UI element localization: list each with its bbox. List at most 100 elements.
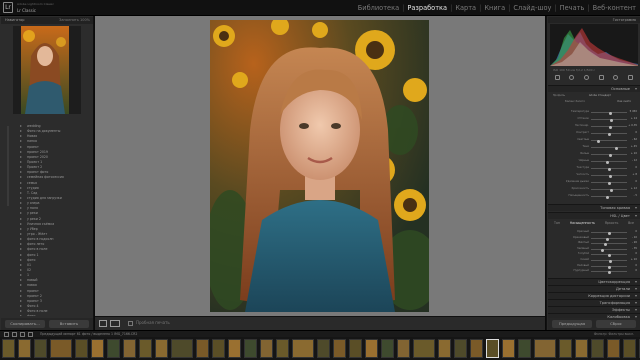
hsl-tab[interactable]: Тон: [554, 220, 560, 227]
filmstrip-thumbnail[interactable]: [244, 339, 257, 358]
disclosure-triangle-icon[interactable]: [20, 186, 22, 189]
adjustment-brush-icon[interactable]: [628, 74, 634, 80]
slider-track[interactable]: [591, 265, 627, 269]
slider-track[interactable]: [591, 271, 627, 275]
tone-curve-header[interactable]: Тоновая кривая: [548, 204, 640, 211]
disclosure-triangle-icon[interactable]: [20, 222, 22, 225]
wb-row[interactable]: Баланс белого Как снято: [551, 100, 637, 104]
loupe-view[interactable]: [95, 16, 545, 316]
module-0[interactable]: Библиотека: [358, 4, 399, 12]
disclosure-triangle-icon[interactable]: [20, 145, 22, 148]
slider-knob[interactable]: [607, 271, 611, 275]
slider-row[interactable]: Жёлтый - 20: [551, 241, 637, 247]
slider-track[interactable]: [591, 168, 627, 171]
filmstrip-thumbnail[interactable]: [559, 339, 572, 358]
filmstrip-thumbnail[interactable]: [591, 339, 604, 358]
disclosure-triangle-icon[interactable]: [20, 196, 22, 199]
slider-knob[interactable]: [603, 243, 607, 247]
slider-knob[interactable]: [607, 254, 611, 258]
filmstrip-thumbnail[interactable]: [502, 339, 515, 358]
filmstrip-thumbnail[interactable]: [50, 339, 72, 358]
disclosure-triangle-icon[interactable]: [20, 299, 22, 302]
slider-row[interactable]: Зелёный - 35: [551, 247, 637, 252]
slider-knob[interactable]: [607, 182, 611, 185]
filmstrip-thumbnail[interactable]: [623, 339, 636, 358]
module-3[interactable]: Книга: [484, 4, 505, 12]
slider-value[interactable]: 5 450: [630, 110, 637, 113]
slider-knob[interactable]: [609, 189, 613, 192]
slider-value[interactable]: + 10: [631, 152, 637, 155]
disclosure-triangle-icon[interactable]: [20, 155, 22, 158]
section-header[interactable]: Трансформация: [548, 299, 640, 306]
disclosure-triangle-icon[interactable]: [20, 304, 22, 307]
module-4[interactable]: Слайд-шоу: [513, 4, 551, 12]
slider-value[interactable]: - 20: [632, 241, 637, 244]
before-after-icon[interactable]: [110, 320, 120, 327]
navigator-header[interactable]: Навигатор Заполнить 100%: [1, 17, 93, 24]
disclosure-triangle-icon[interactable]: [20, 217, 22, 220]
graduated-filter-icon[interactable]: [598, 74, 604, 80]
profile-row[interactable]: Профиль Adobe Стандарт: [551, 94, 637, 98]
slider-value[interactable]: 0: [635, 131, 637, 134]
slider-track[interactable]: [591, 126, 627, 129]
filmstrip-filter[interactable]: Фильтр: Фильтры выкл.: [594, 332, 634, 336]
slider-value[interactable]: + 8: [632, 173, 637, 176]
slider-knob[interactable]: [609, 154, 613, 157]
slider-knob[interactable]: [609, 112, 613, 115]
filmstrip-thumbnail[interactable]: [292, 339, 314, 358]
disclosure-triangle-icon[interactable]: [20, 232, 22, 235]
filmstrip-thumbnail[interactable]: [349, 339, 362, 358]
folder-item[interactable]: фото: [1, 314, 93, 316]
slider-value[interactable]: 0: [635, 166, 637, 169]
slider-knob[interactable]: [615, 147, 619, 150]
slider-value[interactable]: + 45: [631, 145, 637, 148]
slider-knob[interactable]: [607, 232, 611, 235]
navigator-preview[interactable]: [13, 26, 81, 114]
slider-value[interactable]: + 12: [631, 187, 637, 190]
profile-value[interactable]: Adobe Стандарт: [589, 94, 611, 97]
slider-knob[interactable]: [606, 196, 610, 199]
slider-track[interactable]: [591, 248, 627, 252]
slider-row[interactable]: Лиловый 0: [551, 264, 637, 269]
slider-row[interactable]: Контраст 0: [551, 131, 637, 136]
module-5[interactable]: Печать: [560, 4, 585, 12]
previous-button[interactable]: Предыдущая: [552, 320, 592, 328]
slider-knob[interactable]: [607, 265, 611, 269]
slider-row[interactable]: Экспонир. + 0,35: [551, 124, 637, 129]
slider-knob[interactable]: [605, 161, 609, 164]
slider-row[interactable]: Белые + 10: [551, 152, 637, 157]
reset-button[interactable]: Сброс: [596, 320, 636, 328]
disclosure-triangle-icon[interactable]: [20, 176, 22, 179]
filmstrip-thumbnail[interactable]: [333, 339, 346, 358]
filmstrip-source-info[interactable]: Предыдущий импорт 61 фото / выделено 1 I…: [40, 332, 137, 336]
filmstrip-thumbnail[interactable]: [228, 339, 241, 358]
module-2[interactable]: Карта: [455, 4, 476, 12]
disclosure-triangle-icon[interactable]: [20, 310, 22, 313]
slider-track[interactable]: [591, 232, 627, 235]
disclosure-triangle-icon[interactable]: [20, 284, 22, 287]
slider-row[interactable]: Оранжевый - 10: [551, 236, 637, 241]
section-header[interactable]: Детали: [548, 285, 640, 292]
filmstrip-thumbnail[interactable]: [607, 339, 620, 358]
slider-track[interactable]: [591, 254, 627, 258]
disclosure-triangle-icon[interactable]: [20, 253, 22, 256]
filmstrip-thumbnail[interactable]: [575, 339, 588, 358]
filmstrip-thumbnail[interactable]: [454, 339, 467, 358]
slider-row[interactable]: Красочность + 12: [551, 187, 637, 192]
slider-value[interactable]: - 5: [634, 194, 637, 197]
slider-row[interactable]: Чёрные - 12: [551, 159, 637, 164]
hsl-header[interactable]: HSL / Цвет: [548, 212, 640, 219]
filmstrip-thumbnail[interactable]: [365, 339, 378, 358]
slider-row[interactable]: Голубой 0: [551, 252, 637, 258]
slider-knob[interactable]: [601, 248, 605, 252]
filmstrip-thumbnail[interactable]: [171, 339, 193, 358]
disclosure-triangle-icon[interactable]: [20, 248, 22, 251]
slider-row[interactable]: Текстура 0: [551, 166, 637, 171]
filmstrip-thumbnail[interactable]: [317, 339, 330, 358]
disclosure-triangle-icon[interactable]: [20, 160, 22, 163]
filmstrip-thumbnail[interactable]: [534, 339, 556, 358]
module-1[interactable]: Разработка: [407, 4, 447, 12]
slider-row[interactable]: Температура 5 450: [551, 110, 637, 115]
slider-track[interactable]: [591, 154, 627, 157]
hsl-tab[interactable]: Все: [628, 220, 634, 227]
